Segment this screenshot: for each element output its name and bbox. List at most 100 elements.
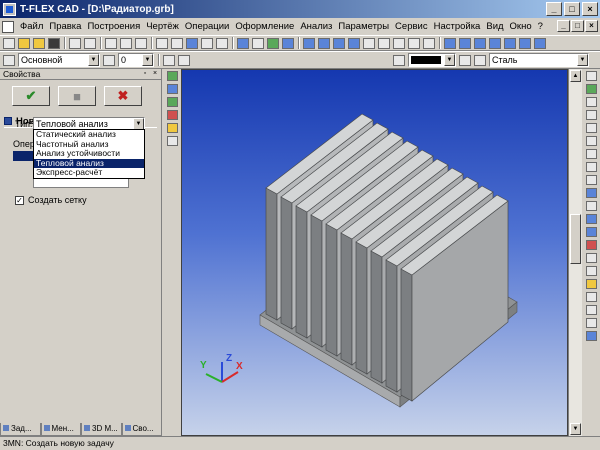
style-select[interactable]: Основной ▼ [18,53,100,67]
menu-view[interactable]: Вид [483,21,506,32]
extrude-icon[interactable] [303,37,315,49]
iso-view-icon[interactable] [585,331,597,341]
shell-icon[interactable] [408,37,420,49]
table-icon[interactable] [252,37,264,49]
create-mesh-checkbox[interactable]: ✓ [15,195,24,205]
pencil-icon[interactable] [156,37,168,49]
chevron-down-icon[interactable]: ▼ [444,54,455,66]
fit-view-icon[interactable] [585,123,597,133]
material-select[interactable]: Сталь ▼ [489,53,589,67]
material-settings-icon[interactable] [474,54,486,66]
material-view-icon[interactable] [585,279,597,289]
wireframe-icon[interactable] [585,227,597,237]
scroll-down-icon[interactable]: ▼ [570,423,581,435]
menu-file[interactable]: Файл [17,21,46,32]
doc-minimize-button[interactable]: _ [557,20,570,32]
zoom-out-icon[interactable] [585,149,597,159]
cancel-button[interactable]: ✖ [104,86,142,106]
priority-icon[interactable] [178,54,190,66]
arc-icon[interactable] [135,37,147,49]
maximize-button[interactable]: □ [564,2,580,16]
circle-icon[interactable] [120,37,132,49]
select-arrow-icon[interactable] [585,71,597,81]
menu-window[interactable]: Окно [507,21,535,32]
menu-operations[interactable]: Операции [182,21,232,32]
check-icon[interactable] [585,84,597,94]
open-folder-icon[interactable] [33,37,45,49]
open-file-icon[interactable] [18,37,30,49]
chevron-down-icon[interactable]: ▼ [88,54,99,66]
view-back-icon[interactable] [459,37,471,49]
save-icon[interactable] [48,37,60,49]
view-left-icon[interactable] [504,37,516,49]
apply-button[interactable]: ■ [58,86,96,106]
copy-icon[interactable] [166,123,178,133]
loft-icon[interactable] [333,37,345,49]
pin-icon[interactable]: ▫ [141,70,149,78]
zoom-in-icon[interactable] [585,97,597,107]
menu-service[interactable]: Сервис [392,21,431,32]
layer-select[interactable]: 0 ▼ [118,53,154,67]
operation-field[interactable] [13,151,33,161]
print-icon[interactable] [69,37,81,49]
camera-icon[interactable] [585,253,597,263]
option-express[interactable]: Экспресс-расчёт [34,168,144,178]
document-icon[interactable] [2,20,14,33]
layer-icon[interactable] [103,54,115,66]
menu-help[interactable]: ? [535,21,546,32]
solid-icon[interactable] [585,318,597,328]
chamfer-icon[interactable] [393,37,405,49]
perspective-icon[interactable] [585,305,597,315]
grid-icon[interactable] [237,37,249,49]
scroll-thumb[interactable] [570,214,581,264]
text-icon[interactable] [201,37,213,49]
pan-icon[interactable] [585,110,597,120]
line-icon[interactable] [105,37,117,49]
sweep-icon[interactable] [348,37,360,49]
workplane-icon[interactable] [267,37,279,49]
view-top-icon[interactable] [474,37,486,49]
fillet-icon[interactable] [378,37,390,49]
chevron-down-icon[interactable]: ▼ [577,54,588,66]
clip-icon[interactable] [423,37,435,49]
color-icon[interactable] [393,54,405,66]
3d-viewport[interactable]: Z X Y [181,69,568,436]
dimension-icon[interactable] [216,37,228,49]
create-mesh-row[interactable]: ✓ Создать сетку [15,195,87,205]
confirm-icon[interactable] [166,71,178,81]
tab-3d-model[interactable]: 3D М... [81,423,122,436]
close-button[interactable]: × [582,2,598,16]
parameters-icon[interactable] [166,84,178,94]
viewport-scrollbar[interactable]: ▲ ▼ [568,69,582,436]
view-front-icon[interactable] [444,37,456,49]
render-icon[interactable] [585,201,597,211]
rotate-view-icon[interactable] [585,175,597,185]
shading-icon[interactable] [585,214,597,224]
scroll-up-icon[interactable]: ▲ [570,70,581,82]
level-icon[interactable] [163,54,175,66]
doc-restore-button[interactable]: □ [571,20,584,32]
hatch-icon[interactable] [186,37,198,49]
section-view-icon[interactable] [585,240,597,250]
menu-format[interactable]: Оформление [232,21,297,32]
paste-icon[interactable] [166,136,178,146]
arrow-icon[interactable] [84,37,96,49]
light-icon[interactable] [585,266,597,276]
polyline-icon[interactable] [171,37,183,49]
doc-close-button[interactable]: × [585,20,598,32]
menu-settings[interactable]: Настройка [431,21,484,32]
view-iso-icon[interactable] [534,37,546,49]
tab-tasks[interactable]: Зад... [0,423,41,436]
zoom-window-icon[interactable] [585,136,597,146]
tab-properties[interactable]: Сво... [121,423,162,436]
select-icon[interactable] [166,97,178,107]
zoom-all-icon[interactable] [585,188,597,198]
new-file-icon[interactable] [3,37,15,49]
menu-drawing[interactable]: Чертёж [143,21,182,32]
panel-close-icon[interactable]: × [151,70,159,78]
delete-icon[interactable] [166,110,178,120]
color-select[interactable]: ▼ [408,53,456,67]
menu-parameters[interactable]: Параметры [335,21,392,32]
profile-icon[interactable] [282,37,294,49]
view-right-icon[interactable] [519,37,531,49]
